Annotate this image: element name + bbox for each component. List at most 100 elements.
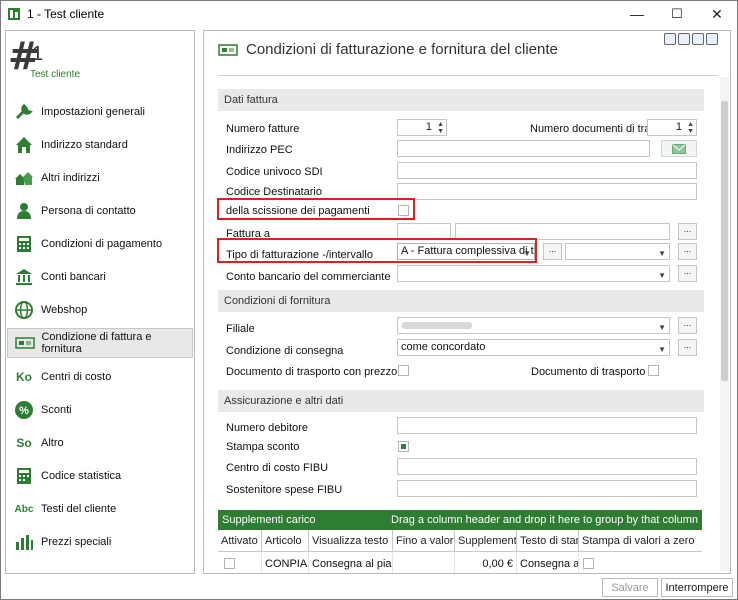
tipo-fatturazione-browse-button[interactable]: ... [543, 243, 562, 260]
fattura-a-browse-button[interactable]: ... [678, 223, 697, 240]
sidebar-item-label: Codice statistica [41, 470, 122, 482]
numero-fatture-stepper[interactable]: 1 ▲ ▼ [397, 119, 447, 136]
sidebar-item-persona-contatto[interactable]: Persona di contatto [7, 196, 193, 226]
grid-column-headers: Attivato Articolo Visualizza testo Fino … [218, 530, 702, 552]
calculator-icon [9, 229, 39, 259]
doc-trasporto-in-label: Documento di trasporto in [531, 366, 657, 378]
filiale-select[interactable]: ▼ [397, 317, 670, 334]
sidebar-item-webshop[interactable]: Webshop [7, 295, 193, 325]
table-row[interactable]: CONPIA + Consegna al piano 0,00 € Conseg… [218, 553, 702, 573]
dropdown-arrow-icon[interactable]: ▼ [658, 320, 666, 333]
cancel-button[interactable]: Interrompere [661, 578, 733, 597]
sostenitore-input[interactable] [397, 480, 697, 497]
help-icon[interactable] [678, 33, 690, 45]
centro-costo-input[interactable] [397, 458, 697, 475]
sidebar-item-label: Prezzi speciali [41, 536, 112, 548]
column-header[interactable]: Supplement [455, 530, 517, 552]
sidebar-item-altro[interactable]: So Altro [7, 428, 193, 458]
close-button[interactable]: ✕ [697, 1, 737, 27]
refresh-icon[interactable] [692, 33, 704, 45]
numero-debitore-input[interactable] [397, 417, 697, 434]
attivato-checkbox[interactable] [224, 558, 235, 569]
sidebar-item-label: Indirizzo standard [41, 139, 128, 151]
page-header: Condizioni di fatturazione e fornitura d… [218, 41, 558, 58]
dropdown-arrow-icon[interactable]: ▼ [658, 342, 666, 355]
sidebar-item-label: Webshop [41, 304, 88, 316]
main-panel: Condizioni di fatturazione e fornitura d… [203, 30, 731, 574]
chart-icon [9, 527, 39, 557]
conto-bancario-label: Conto bancario del commerciante [226, 271, 391, 283]
numero-documenti-stepper[interactable]: 1 ▲ ▼ [647, 119, 697, 136]
header-toolbar [664, 33, 718, 45]
sostenitore-label: Sostenitore spese FIBU [226, 484, 343, 496]
page-title: Condizioni di fatturazione e fornitura d… [246, 41, 558, 58]
doc-trasporto-in-checkbox[interactable] [648, 365, 659, 376]
stepper-arrows-icon[interactable]: ▲ ▼ [437, 121, 444, 135]
conto-bancario-select[interactable]: ▼ [397, 265, 670, 282]
conto-bancario-browse-button[interactable]: ... [678, 265, 697, 282]
supplemento-cell: 0,00 € [455, 553, 517, 573]
customer-name: Test cliente [30, 69, 81, 80]
sidebar-item-condizioni-pagamento[interactable]: Condizioni di pagamento [7, 229, 193, 259]
column-header[interactable]: Visualizza testo [309, 530, 393, 552]
stampa-zero-checkbox[interactable] [583, 558, 594, 569]
stats-icon [9, 461, 39, 491]
group-by-hint[interactable]: Drag a column header and drop it here to… [391, 514, 698, 526]
sidebar-item-label: Condizione di fattura e fornitura [41, 331, 152, 355]
articolo-cell: CONPIA + [262, 553, 309, 573]
dropdown-arrow-icon[interactable]: ▼ [658, 246, 666, 259]
supplementi-grid-header: Supplementi carico Drag a column header … [218, 510, 702, 530]
maximize-button[interactable]: ☐ [657, 1, 697, 27]
vertical-scrollbar[interactable] [720, 77, 729, 571]
save-button[interactable]: Salvare [602, 578, 658, 597]
filiale-browse-button[interactable]: ... [678, 317, 697, 334]
sidebar-item-label: Testi del cliente [41, 503, 117, 515]
invoice-icon [10, 328, 39, 358]
sidebar-item-centri-costo[interactable]: Ko Centri di costo [7, 362, 193, 392]
sidebar-item-conti-bancari[interactable]: Conti bancari [7, 262, 193, 292]
indirizzo-pec-input[interactable] [397, 140, 650, 157]
condizione-consegna-select[interactable]: come concordato ▼ [397, 339, 670, 356]
envelope-icon [672, 143, 686, 154]
intervallo-select[interactable]: ▼ [565, 243, 670, 260]
svg-text:%: % [19, 405, 29, 417]
sidebar-item-label: Conti bancari [41, 271, 106, 283]
stampa-zero-cell[interactable] [579, 553, 702, 573]
redacted-value [402, 322, 472, 329]
condizione-consegna-browse-button[interactable]: ... [678, 339, 697, 356]
send-mail-button[interactable] [661, 140, 697, 157]
stampa-sconto-checkbox[interactable] [398, 441, 409, 452]
centro-costo-label: Centro di costo FIBU [226, 462, 329, 474]
cost-center-icon: Ko [16, 370, 32, 384]
codice-destinatario-input[interactable] [397, 183, 697, 200]
numero-fatture-label: Numero fatture [226, 123, 300, 135]
column-header[interactable]: Attivato [218, 530, 262, 552]
column-header[interactable]: Testo di stan [517, 530, 579, 552]
doc-trasporto-prezzo-checkbox[interactable] [398, 365, 409, 376]
mail-icon[interactable] [664, 33, 676, 45]
sidebar-item-impostazioni-generali[interactable]: Impostazioni generali [7, 97, 193, 127]
scrollbar-thumb[interactable] [721, 101, 728, 381]
wrench-icon [9, 97, 39, 127]
intervallo-browse-button[interactable]: ... [678, 243, 697, 260]
stepper-arrows-icon[interactable]: ▲ ▼ [687, 121, 694, 135]
codice-sdi-input[interactable] [397, 162, 697, 179]
column-header[interactable]: Fino a valore [393, 530, 455, 552]
dropdown-arrow-icon[interactable]: ▼ [658, 268, 666, 281]
column-header[interactable]: Articolo [262, 530, 309, 552]
globe-icon [9, 295, 39, 325]
info-icon[interactable] [706, 33, 718, 45]
column-header[interactable]: Stampa di valori a zero [579, 530, 702, 552]
sidebar-item-codice-statistica[interactable]: Codice statistica [7, 461, 193, 491]
sidebar-item-indirizzo-standard[interactable]: Indirizzo standard [7, 130, 193, 160]
app-icon [8, 8, 20, 20]
minimize-button[interactable]: — [617, 1, 657, 27]
sidebar-item-altri-indirizzi[interactable]: Altri indirizzi [7, 163, 193, 193]
numero-documenti-value: 1 [675, 121, 682, 133]
sidebar-item-condizione-fattura[interactable]: Condizione di fattura e fornitura [7, 328, 193, 358]
attivato-cell[interactable] [218, 553, 262, 573]
sidebar-item-sconti[interactable]: % Sconti [7, 395, 193, 425]
sidebar-item-prezzi-speciali[interactable]: Prezzi speciali [7, 527, 193, 557]
sidebar-item-testi-cliente[interactable]: Abc Testi del cliente [7, 494, 193, 524]
text-icon: Abc [14, 503, 34, 515]
